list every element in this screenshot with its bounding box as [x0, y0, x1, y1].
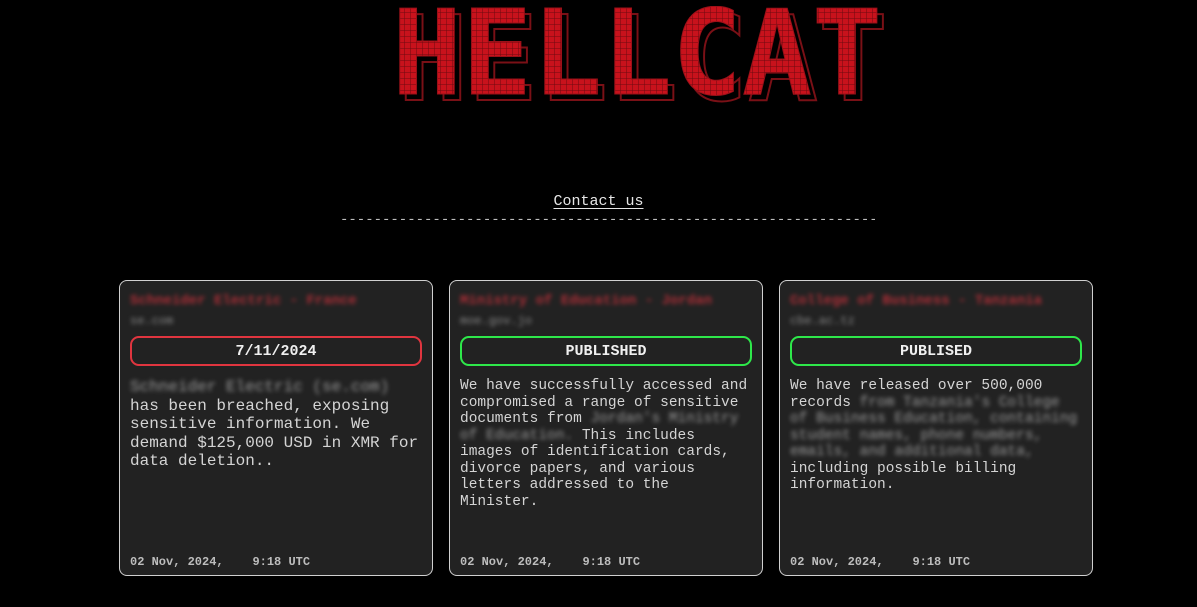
victim-description: We have released over 500,000 records fr…: [790, 378, 1082, 494]
victim-domain: se.com: [130, 314, 174, 328]
post-time: 9:18 UTC: [912, 555, 971, 569]
published-badge: PUBLISHED: [460, 336, 752, 366]
description-text: including possible billing information.: [790, 460, 1017, 494]
hellcat-logo: HELLCAT HELLCAT: [392, 6, 889, 104]
victim-title: College of Business - Tanzania: [790, 293, 1043, 309]
victim-card[interactable]: Ministry of Education - Jordan moe.gov.j…: [449, 280, 763, 576]
post-timestamp: 02 Nov, 2024, 9:18 UTC: [460, 555, 640, 569]
victim-domain: moe.gov.jo: [460, 314, 533, 328]
post-date: 02 Nov, 2024,: [460, 555, 554, 569]
victim-card[interactable]: Schneider Electric - France se.com 7/11/…: [119, 280, 433, 576]
post-date: 02 Nov, 2024,: [790, 555, 884, 569]
contact-section: Contact us: [0, 193, 1197, 210]
logo-text: HELLCAT: [392, 6, 882, 104]
victim-description: We have successfully accessed and compro…: [460, 378, 752, 510]
victim-description: Schneider Electric (se.com) has been bre…: [130, 378, 422, 471]
divider-line: ----------------------------------------…: [340, 212, 875, 228]
victim-title: Schneider Electric - France: [130, 293, 357, 309]
status-label: PUBLISED: [899, 342, 972, 360]
status-label: PUBLISHED: [565, 342, 647, 360]
status-label: 7/11/2024: [235, 342, 317, 360]
victim-domain: cbe.ac.tz: [790, 314, 855, 328]
post-time: 9:18 UTC: [252, 555, 311, 569]
post-date: 02 Nov, 2024,: [130, 555, 224, 569]
victim-card[interactable]: College of Business - Tanzania cbe.ac.tz…: [779, 280, 1093, 576]
post-time: 9:18 UTC: [582, 555, 641, 569]
countdown-badge: 7/11/2024: [130, 336, 422, 366]
post-timestamp: 02 Nov, 2024, 9:18 UTC: [130, 555, 310, 569]
post-timestamp: 02 Nov, 2024, 9:18 UTC: [790, 555, 970, 569]
published-badge: PUBLISED: [790, 336, 1082, 366]
contact-us-link[interactable]: Contact us: [553, 193, 643, 210]
victim-title: Ministry of Education - Jordan: [460, 293, 713, 309]
redacted-text: Schneider Electric (se.com): [130, 378, 390, 396]
description-text: has been breached, exposing sensitive in…: [130, 396, 419, 471]
